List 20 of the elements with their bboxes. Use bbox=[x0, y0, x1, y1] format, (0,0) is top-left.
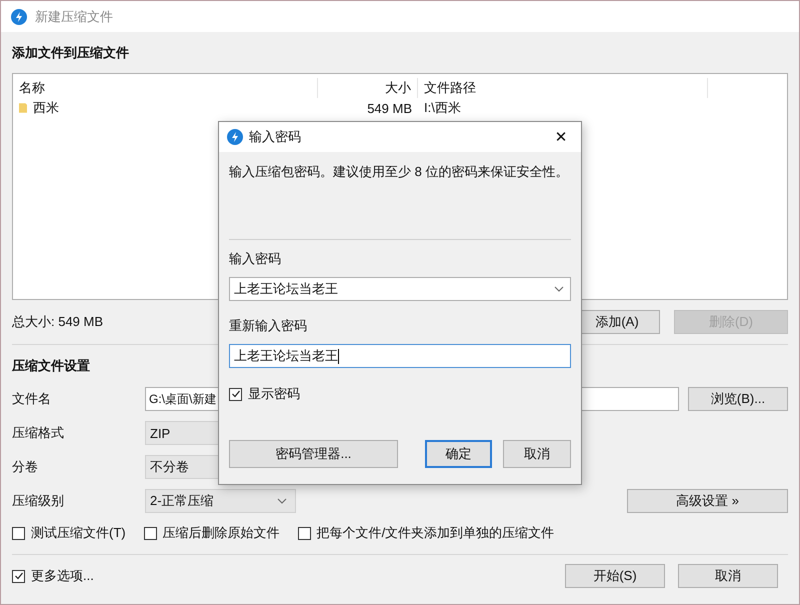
field-label: 压缩格式 bbox=[12, 424, 65, 442]
dialog-title: 输入密码 bbox=[249, 128, 301, 146]
field-label: 压缩级别 bbox=[12, 492, 65, 510]
file-size: 549 MB bbox=[366, 100, 413, 116]
field-label: 重新输入密码 bbox=[229, 317, 308, 335]
checkbox-label: 压缩后删除原始文件 bbox=[162, 524, 280, 542]
field-label: 输入密码 bbox=[229, 250, 282, 268]
field-label: 分卷 bbox=[12, 458, 39, 476]
dialog-message: 输入压缩包密码。建议使用至少 8 位的密码来保证安全性。 bbox=[229, 163, 570, 181]
file-path: I:\西米 bbox=[423, 99, 462, 117]
window-title: 新建压缩文件 bbox=[35, 8, 113, 26]
total-size: 总大小: 549 MB bbox=[12, 313, 104, 331]
checkbox-label: 显示密码 bbox=[248, 385, 300, 403]
file-name: 西米 bbox=[33, 99, 59, 117]
checkbox-label: 更多选项... bbox=[31, 567, 94, 585]
field-label: 文件名 bbox=[12, 390, 52, 408]
checkbox-label: 把每个文件/文件夹添加到单独的压缩文件 bbox=[316, 524, 554, 542]
section-title: 添加文件到压缩文件 bbox=[12, 44, 130, 62]
checkbox-label: 测试压缩文件(T) bbox=[31, 524, 126, 542]
section-title: 压缩文件设置 bbox=[12, 358, 90, 373]
